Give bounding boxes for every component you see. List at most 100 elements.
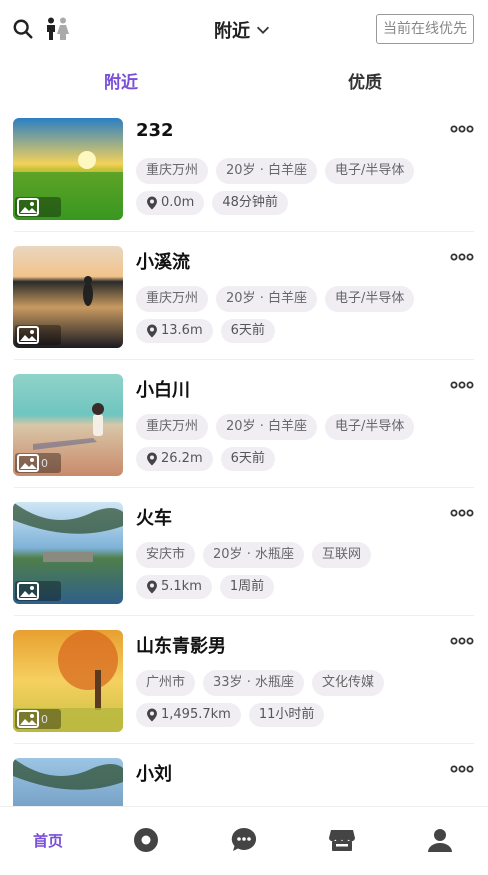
location-pin-icon (147, 708, 157, 722)
location-pin-icon (147, 452, 157, 466)
meta-row: 5.1km 1周前 (136, 575, 275, 599)
last-active-badge: 11小时前 (248, 703, 325, 727)
distance-badge: 0.0m (136, 191, 205, 215)
user-photo[interactable]: 0 (13, 630, 123, 732)
image-icon (17, 582, 39, 600)
image-icon (17, 710, 39, 728)
distance-text: 26.2m (161, 451, 203, 466)
photo-count-badge (15, 581, 61, 601)
user-name: 小溪流 (136, 252, 190, 273)
distance-text: 1,495.7km (161, 707, 231, 722)
user-name: 火车 (136, 508, 172, 529)
age-sign-tag: 20岁 · 水瓶座 (203, 542, 304, 568)
more-options-icon[interactable] (450, 764, 474, 774)
more-options-icon[interactable] (450, 124, 474, 134)
industry-tag: 电子/半导体 (324, 414, 415, 440)
user-photo[interactable] (13, 118, 123, 220)
industry-tag: 互联网 (311, 542, 371, 568)
user-photo[interactable] (13, 502, 123, 604)
online-first-button[interactable]: 当前在线优先 (376, 14, 474, 44)
age-sign-tag: 20岁 · 白羊座 (216, 158, 317, 184)
location-dropdown[interactable]: 附近 (214, 17, 272, 43)
meta-row: 1,495.7km 11小时前 (136, 703, 325, 727)
nav-home[interactable]: 首页 (28, 825, 68, 855)
distance-text: 0.0m (161, 195, 195, 210)
location-pin-icon (147, 324, 157, 338)
tab-quality[interactable]: 优质 (348, 68, 382, 93)
shop-icon (329, 830, 355, 851)
tag-row: 重庆万州 20岁 · 白羊座 电子/半导体 (136, 158, 415, 184)
user-card[interactable]: 火车 安庆市 20岁 · 水瓶座 互联网 5.1km 1周前 (0, 488, 488, 616)
age-sign-tag: 20岁 · 白羊座 (216, 414, 317, 440)
chevron-down-icon (256, 26, 270, 34)
city-tag: 安庆市 (136, 542, 196, 568)
user-card[interactable]: 232 重庆万州 20岁 · 白羊座 电子/半导体 0.0m 48分钟前 (0, 104, 488, 232)
user-photo[interactable]: 0 (13, 374, 123, 476)
nav-shop[interactable] (322, 825, 362, 855)
photo-count-badge (15, 197, 61, 217)
user-name: 小刘 (136, 764, 172, 785)
industry-tag: 电子/半导体 (324, 286, 415, 312)
distance-text: 5.1km (161, 579, 202, 594)
tag-row: 广州市 33岁 · 水瓶座 文化传媒 (136, 670, 384, 696)
city-tag: 重庆万州 (136, 286, 209, 312)
tag-row: 重庆万州 20岁 · 白羊座 电子/半导体 (136, 286, 415, 312)
user-name: 232 (136, 120, 174, 141)
last-active-badge: 6天前 (220, 447, 275, 471)
tab-bar: 附近 优质 (0, 62, 488, 98)
distance-badge: 5.1km (136, 575, 212, 599)
image-icon (17, 198, 39, 216)
bottom-nav: 首页 (0, 806, 488, 875)
user-photo[interactable] (13, 758, 123, 806)
top-bar: 附近 当前在线优先 (0, 0, 488, 58)
photo-count: 0 (41, 712, 48, 726)
more-options-icon[interactable] (450, 636, 474, 646)
last-active-badge: 6天前 (220, 319, 275, 343)
distance-text: 13.6m (161, 323, 203, 338)
photo-count-badge: 0 (15, 453, 61, 473)
tag-row: 安庆市 20岁 · 水瓶座 互联网 (136, 542, 371, 568)
industry-tag: 文化传媒 (311, 670, 384, 696)
meta-row: 0.0m 48分钟前 (136, 191, 288, 215)
last-active-badge: 1周前 (219, 575, 275, 599)
gender-filter-icon[interactable] (44, 17, 70, 41)
user-list[interactable]: 232 重庆万州 20岁 · 白羊座 电子/半导体 0.0m 48分钟前 小溪流… (0, 104, 488, 806)
profile-icon (428, 829, 452, 852)
search-icon[interactable] (12, 18, 34, 40)
user-card[interactable]: 小溪流 重庆万州 20岁 · 白羊座 电子/半导体 13.6m 6天前 (0, 232, 488, 360)
distance-badge: 26.2m (136, 447, 213, 471)
more-options-icon[interactable] (450, 252, 474, 262)
location-pin-icon (147, 580, 157, 594)
tab-nearby[interactable]: 附近 (104, 68, 138, 93)
more-options-icon[interactable] (450, 508, 474, 518)
user-card[interactable]: 0 山东青影男 广州市 33岁 · 水瓶座 文化传媒 1,495.7km 11小… (0, 616, 488, 744)
photo-count: 0 (41, 456, 48, 470)
meta-row: 26.2m 6天前 (136, 447, 275, 471)
city-tag: 重庆万州 (136, 414, 209, 440)
city-tag: 广州市 (136, 670, 196, 696)
age-sign-tag: 33岁 · 水瓶座 (203, 670, 304, 696)
more-options-icon[interactable] (450, 380, 474, 390)
photo-count-badge (15, 325, 61, 345)
tag-row: 重庆万州 20岁 · 白羊座 电子/半导体 (136, 414, 415, 440)
image-icon (17, 326, 39, 344)
user-name: 小白川 (136, 380, 190, 401)
discover-icon (134, 828, 158, 852)
user-card[interactable]: 小刘 (0, 744, 488, 806)
meta-row: 13.6m 6天前 (136, 319, 275, 343)
age-sign-tag: 20岁 · 白羊座 (216, 286, 317, 312)
page-title: 附近 (214, 21, 250, 42)
image-icon (17, 454, 39, 472)
location-pin-icon (147, 196, 157, 210)
distance-badge: 1,495.7km (136, 703, 241, 727)
user-photo[interactable] (13, 246, 123, 348)
last-active-badge: 48分钟前 (212, 191, 288, 215)
distance-badge: 13.6m (136, 319, 213, 343)
user-card[interactable]: 0 小白川 重庆万州 20岁 · 白羊座 电子/半导体 26.2m 6天前 (0, 360, 488, 488)
nav-discover[interactable] (126, 825, 166, 855)
nav-messages[interactable] (224, 825, 264, 855)
photo-count-badge: 0 (15, 709, 61, 729)
city-tag: 重庆万州 (136, 158, 209, 184)
user-name: 山东青影男 (136, 636, 226, 657)
nav-profile[interactable] (420, 825, 460, 855)
